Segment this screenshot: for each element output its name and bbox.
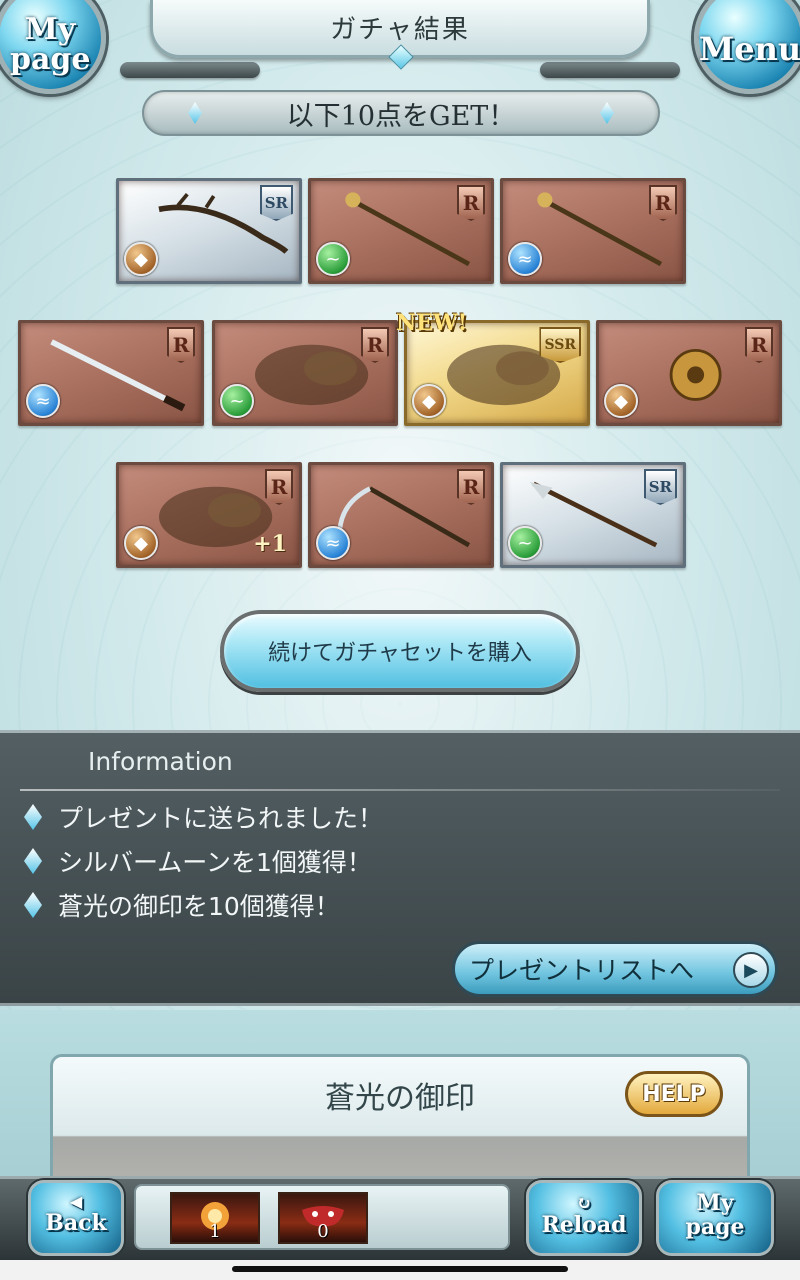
earth-element-icon: ◆: [124, 242, 158, 276]
mypage-button[interactable]: My page: [656, 1180, 774, 1256]
back-button[interactable]: ◀ Back: [28, 1180, 124, 1256]
rarity-badge: SR: [259, 185, 293, 221]
gacha-result-card[interactable]: SR ◆: [116, 178, 302, 284]
tray-item-count: 1: [209, 1221, 221, 1242]
reload-button[interactable]: ↻ Reload: [526, 1180, 642, 1256]
diamond-icon: [24, 892, 42, 918]
information-line: プレゼントに送られました！: [24, 797, 383, 837]
gacha-result-card[interactable]: SR ~: [500, 462, 686, 568]
header-ornament-right: [540, 62, 680, 78]
rarity-badge: SR: [643, 469, 677, 505]
gacha-result-card[interactable]: R ~: [308, 178, 494, 284]
menu-orb-label: Menu: [698, 30, 800, 68]
rarity-badge: R: [361, 327, 389, 363]
diamond-icon: [600, 102, 614, 124]
rarity-badge: R: [167, 327, 195, 363]
help-button[interactable]: HELP: [625, 1071, 723, 1117]
information-line: 蒼光の御印を10個獲得！: [24, 885, 340, 925]
gacha-result-card[interactable]: R ~: [212, 320, 398, 426]
home-indicator: [232, 1266, 568, 1272]
gacha-result-card[interactable]: R ◆ +1: [116, 462, 302, 568]
information-title: Information: [88, 747, 233, 776]
water-element-icon: ≈: [26, 384, 60, 418]
water-element-icon: ≈: [316, 526, 350, 560]
gacha-result-screen: ガチャ結果 My page Menu 以下10点をGET！ SR ◆ R ~ R ≈ R ≈ R…: [0, 0, 800, 1280]
wind-element-icon: ~: [220, 384, 254, 418]
header-ornament-left: [120, 62, 260, 78]
gacha-result-card[interactable]: R ◆: [596, 320, 782, 426]
gacha-result-card[interactable]: R ≈: [500, 178, 686, 284]
back-label: Back: [45, 1210, 107, 1236]
water-element-icon: ≈: [508, 242, 542, 276]
present-list-button[interactable]: プレゼントリストへ ▶: [452, 941, 778, 997]
plus-bonus: +1: [253, 531, 287, 557]
information-panel: Information プレゼントに送られました！ シルバームーンを1個獲得！ …: [0, 730, 800, 1006]
rarity-badge: SSR: [539, 327, 581, 363]
rarity-badge: R: [745, 327, 773, 363]
help-label: HELP: [642, 1081, 706, 1107]
earth-element-icon: ◆: [124, 526, 158, 560]
earth-element-icon: ◆: [604, 384, 638, 418]
reload-label: Reload: [541, 1212, 627, 1238]
information-line-text: 蒼光の御印を10個獲得！: [58, 892, 340, 921]
gacha-result-card[interactable]: R ≈: [308, 462, 494, 568]
new-badge: NEW!: [396, 310, 468, 336]
get-banner: 以下10点をGET！: [142, 90, 660, 136]
rarity-badge: R: [457, 185, 485, 221]
mypage-orb-button[interactable]: My page: [0, 0, 106, 94]
rarity-badge: R: [265, 469, 293, 505]
earth-element-icon: ◆: [412, 384, 446, 418]
buy-gacha-set-again-label: 続けてガチャセットを購入: [268, 641, 532, 666]
diamond-icon: [188, 102, 202, 124]
tray-item[interactable]: 0: [278, 1192, 368, 1244]
back-arrow-icon: ◀: [69, 1192, 83, 1211]
gacha-result-card[interactable]: R ≈: [18, 320, 204, 426]
information-line-text: プレゼントに送られました！: [58, 804, 384, 833]
tray-item-count: 0: [317, 1221, 329, 1242]
present-list-label: プレゼントリストへ: [469, 956, 695, 985]
diamond-icon: [24, 804, 42, 830]
page-title: ガチャ結果: [330, 15, 470, 45]
rarity-badge: R: [649, 185, 677, 221]
mypage-label: My page: [685, 1190, 745, 1240]
wind-element-icon: ~: [508, 526, 542, 560]
tray-item[interactable]: 1: [170, 1192, 260, 1244]
diamond-icon: [24, 848, 42, 874]
get-banner-text: 以下10点をGET！: [286, 100, 516, 132]
mypage-orb-label: My page: [10, 12, 91, 77]
rarity-badge: R: [457, 469, 485, 505]
reload-icon: ↻: [576, 1193, 592, 1214]
item-tray: 1 0: [134, 1184, 510, 1250]
wind-element-icon: ~: [316, 242, 350, 276]
information-line: シルバームーンを1個獲得！: [24, 841, 372, 881]
arrow-right-icon: ▶: [733, 952, 769, 988]
information-divider: [20, 789, 780, 791]
information-line-text: シルバームーンを1個獲得！: [58, 848, 372, 877]
buy-gacha-set-again-button[interactable]: 続けてガチャセットを購入: [220, 610, 580, 692]
menu-orb-button[interactable]: Menu: [694, 0, 800, 94]
